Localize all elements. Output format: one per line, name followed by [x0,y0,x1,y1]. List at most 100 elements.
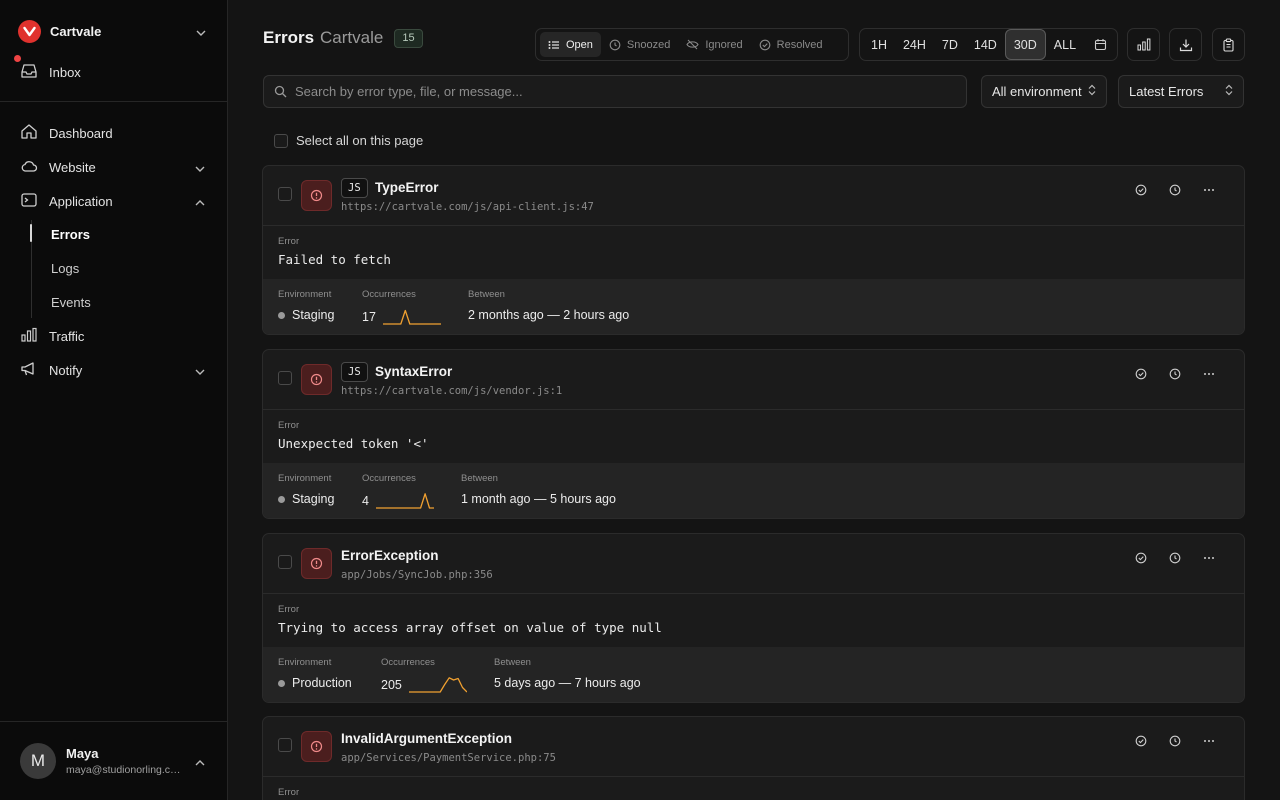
error-stats: Environment Staging Occurrences 17 Betwe… [263,279,1244,334]
between-label: Between [461,473,498,484]
resolve-icon[interactable] [1124,364,1158,384]
resolve-icon[interactable] [1124,180,1158,200]
resolve-icon[interactable] [1124,731,1158,751]
sidebar-item-traffic[interactable]: Traffic [20,324,210,348]
sidebar-item-application[interactable]: Application [20,189,210,213]
sidebar-item-label: Application [49,193,113,209]
search-icon [274,85,287,98]
eye-off-icon [686,39,699,50]
error-card[interactable]: ErrorException app/Jobs/SyncJob.php:356 … [262,533,1245,703]
error-checkbox[interactable] [278,371,292,385]
error-stats: Environment Production Occurrences 205 B… [263,647,1244,702]
error-message-section: Error Trying to access array offset on v… [263,594,1244,647]
occurrences-value: 205 [381,678,402,692]
error-checkbox[interactable] [278,738,292,752]
between-column: Between 5 days ago — 7 hours ago [494,657,641,690]
error-message: Unexpected token '<' [278,436,429,451]
terminal-icon [20,192,38,211]
range-7d[interactable]: 7D [934,29,966,60]
error-type[interactable]: InvalidArgumentException [341,731,512,746]
error-checkbox[interactable] [278,187,292,201]
active-indicator [30,224,32,242]
error-type[interactable]: TypeError [375,180,439,195]
sidebar-subitem-logs[interactable]: Logs [51,261,79,276]
environment-column: Environment Staging [278,289,334,322]
alert-circle-icon [301,364,332,395]
avatar: M [20,743,56,779]
sidebar-item-notify[interactable]: Notify [20,358,210,382]
sidebar-item-website[interactable]: Website [20,155,210,179]
environment-dot [278,311,285,319]
snooze-clock-icon[interactable] [1158,731,1192,751]
search-field[interactable] [263,75,967,108]
time-range: 1H 24H 7D 14D 30D ALL [859,28,1118,61]
alert-circle-icon [301,180,332,211]
sparkline-path [408,677,467,693]
sidebar-item-inbox[interactable]: Inbox [14,55,210,84]
download-button[interactable] [1169,28,1202,61]
between-value: 2 months ago — 2 hours ago [468,308,630,322]
page-title: Errors Cartvale 15 [263,27,423,49]
error-label: Error [278,604,300,615]
sidebar-item-dashboard[interactable]: Dashboard [20,121,210,145]
error-card[interactable]: JS SyntaxError https://cartvale.com/js/v… [262,349,1245,519]
sidebar-subitem-events[interactable]: Events [51,295,91,310]
error-card[interactable]: InvalidArgumentException app/Services/Pa… [262,716,1245,800]
select-all[interactable]: Select all on this page [266,133,423,148]
sidebar-item-label: Website [49,159,96,175]
tab-resolved[interactable]: Resolved [751,32,831,57]
bar-chart-icon [20,327,38,346]
error-checkbox[interactable] [278,555,292,569]
clipboard-icon [1223,37,1234,52]
search-input[interactable] [295,84,935,99]
more-icon[interactable] [1192,364,1226,384]
more-icon[interactable] [1192,180,1226,200]
home-icon [20,123,38,143]
select-all-checkbox[interactable] [274,133,288,148]
range-1h[interactable]: 1H [863,29,895,60]
snooze-clock-icon[interactable] [1158,180,1192,200]
range-all[interactable]: ALL [1046,29,1084,60]
user-menu[interactable]: M Maya maya@studionorling.com [20,742,210,780]
calendar-icon[interactable] [1086,29,1115,60]
tab-ignored[interactable]: Ignored [678,32,750,57]
status-filter: Open Snoozed Ignored Resolved [535,28,849,61]
environment-value: Production [292,676,352,690]
environment-select-value: All environment [992,84,1082,99]
chevron-down-icon [196,24,206,39]
error-message-section: Error Unexpected token '<' [263,410,1244,463]
tab-snoozed[interactable]: Snoozed [601,32,678,57]
chart-view-button[interactable] [1127,28,1160,61]
divider [0,721,227,722]
tab-open[interactable]: Open [540,32,601,57]
environment-select[interactable]: All environment [981,75,1107,108]
environment-label: Environment [278,657,332,668]
error-type[interactable]: SyntaxError [375,364,452,379]
snooze-clock-icon[interactable] [1158,364,1192,384]
language-badge: JS [341,178,368,198]
error-message-section: Error [263,777,1244,800]
error-card[interactable]: JS TypeError https://cartvale.com/js/api… [262,165,1245,335]
resolve-icon[interactable] [1124,548,1158,568]
range-24h[interactable]: 24H [895,29,934,60]
clock-icon [609,39,621,50]
more-icon[interactable] [1192,548,1226,568]
org-switcher[interactable]: Cartvale [18,18,212,44]
occurrences-value: 4 [362,494,369,508]
error-type[interactable]: ErrorException [341,548,439,563]
org-name: Cartvale [50,23,102,39]
page-subtitle: Cartvale [320,28,384,47]
sidebar-subitem-errors[interactable]: Errors [51,227,90,242]
copy-button[interactable] [1212,28,1245,61]
snooze-clock-icon[interactable] [1158,548,1192,568]
sidebar: Cartvale Inbox Dashboard Website Applica… [0,0,228,800]
user-name: Maya [66,746,99,761]
range-30d[interactable]: 30D [1004,29,1046,60]
sparkline-path [375,493,434,509]
more-icon[interactable] [1192,731,1226,751]
error-file: https://cartvale.com/js/vendor.js:1 [341,385,563,397]
sort-select[interactable]: Latest Errors [1118,75,1244,108]
between-value: 5 days ago — 7 hours ago [494,676,641,690]
error-label: Error [278,787,300,798]
range-14d[interactable]: 14D [966,29,1005,60]
